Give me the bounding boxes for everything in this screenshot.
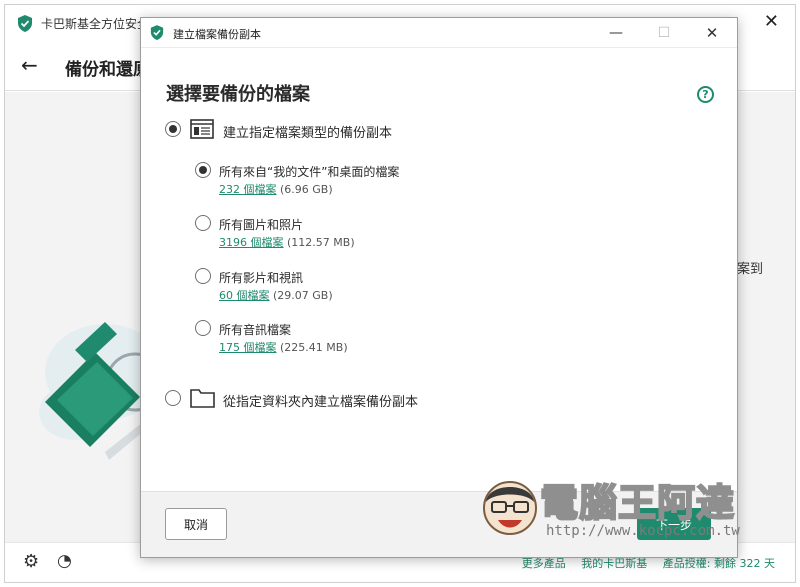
dialog-titlebar: 建立檔案備份副本 — ☐ ✕ <box>141 18 737 48</box>
support-icon[interactable]: ◔ <box>57 551 72 571</box>
main-close-button[interactable]: ✕ <box>764 11 779 32</box>
option-file-types-label[interactable]: 建立指定檔案類型的備份副本 <box>223 122 392 141</box>
back-arrow-icon[interactable]: ← <box>21 53 38 77</box>
sub-option-documents-label[interactable]: 所有來自“我的文件”和桌面的檔案 <box>219 163 399 180</box>
audio-size: (225.41 MB) <box>280 341 348 354</box>
videos-count-link[interactable]: 60 個檔案 <box>219 289 270 302</box>
file-types-icon <box>190 119 214 139</box>
radio-pictures[interactable] <box>195 215 211 231</box>
documents-size: (6.96 GB) <box>280 183 333 196</box>
sub-option-videos-label[interactable]: 所有影片和視訊 <box>219 269 303 286</box>
pictures-count-link[interactable]: 3196 個檔案 <box>219 236 284 249</box>
kaspersky-shield-icon <box>18 15 32 32</box>
radio-audio[interactable] <box>195 320 211 336</box>
sub-option-pictures-meta: 3196 個檔案 (112.57 MB) <box>219 234 355 250</box>
dialog-heading: 選擇要備份的檔案 <box>166 84 310 105</box>
kaspersky-shield-icon <box>150 25 164 40</box>
my-kaspersky-link[interactable]: 我的卡巴斯基 <box>581 557 647 570</box>
radio-documents-desktop[interactable] <box>195 162 211 178</box>
watermark-url: http://www.kocpc.com.tw <box>546 523 740 539</box>
sub-option-pictures-label[interactable]: 所有圖片和照片 <box>219 216 303 233</box>
radio-videos[interactable] <box>195 268 211 284</box>
videos-size: (29.07 GB) <box>273 289 333 302</box>
sub-option-audio-meta: 175 個檔案 (225.41 MB) <box>219 339 348 355</box>
audio-count-link[interactable]: 175 個檔案 <box>219 341 277 354</box>
settings-gear-icon[interactable]: ⚙ <box>23 551 39 572</box>
watermark-text: 電腦王阿達 <box>539 480 736 526</box>
more-products-link[interactable]: 更多產品 <box>522 557 566 570</box>
dialog-title: 建立檔案備份副本 <box>173 28 261 41</box>
pictures-size: (112.57 MB) <box>287 236 355 249</box>
folder-icon <box>190 389 215 408</box>
sub-option-audio-label[interactable]: 所有音訊檔案 <box>219 321 291 338</box>
help-icon[interactable]: ? <box>697 86 714 103</box>
radio-file-types[interactable] <box>165 121 181 137</box>
main-page-title: 備份和還原 <box>65 60 141 80</box>
minimize-button[interactable]: — <box>601 22 631 44</box>
cancel-button[interactable]: 取消 <box>165 508 227 540</box>
sub-option-documents-meta: 232 個檔案 (6.96 GB) <box>219 181 333 197</box>
sub-option-videos-meta: 60 個檔案 (29.07 GB) <box>219 287 333 303</box>
main-side-text: 案到 <box>736 262 763 277</box>
documents-count-link[interactable]: 232 個檔案 <box>219 183 277 196</box>
option-folder-label[interactable]: 從指定資料夾內建立檔案備份副本 <box>223 391 418 410</box>
backup-illustration-icon <box>39 322 145 460</box>
license-link[interactable]: 產品授權: 剩餘 322 天 <box>663 557 775 570</box>
maximize-button[interactable]: ☐ <box>649 22 679 44</box>
watermark-mascot-icon <box>483 481 537 535</box>
dialog-close-button[interactable]: ✕ <box>697 22 727 44</box>
watermark: 電腦王阿達 http://www.kocpc.com.tw <box>478 468 768 548</box>
radio-folder[interactable] <box>165 390 181 406</box>
